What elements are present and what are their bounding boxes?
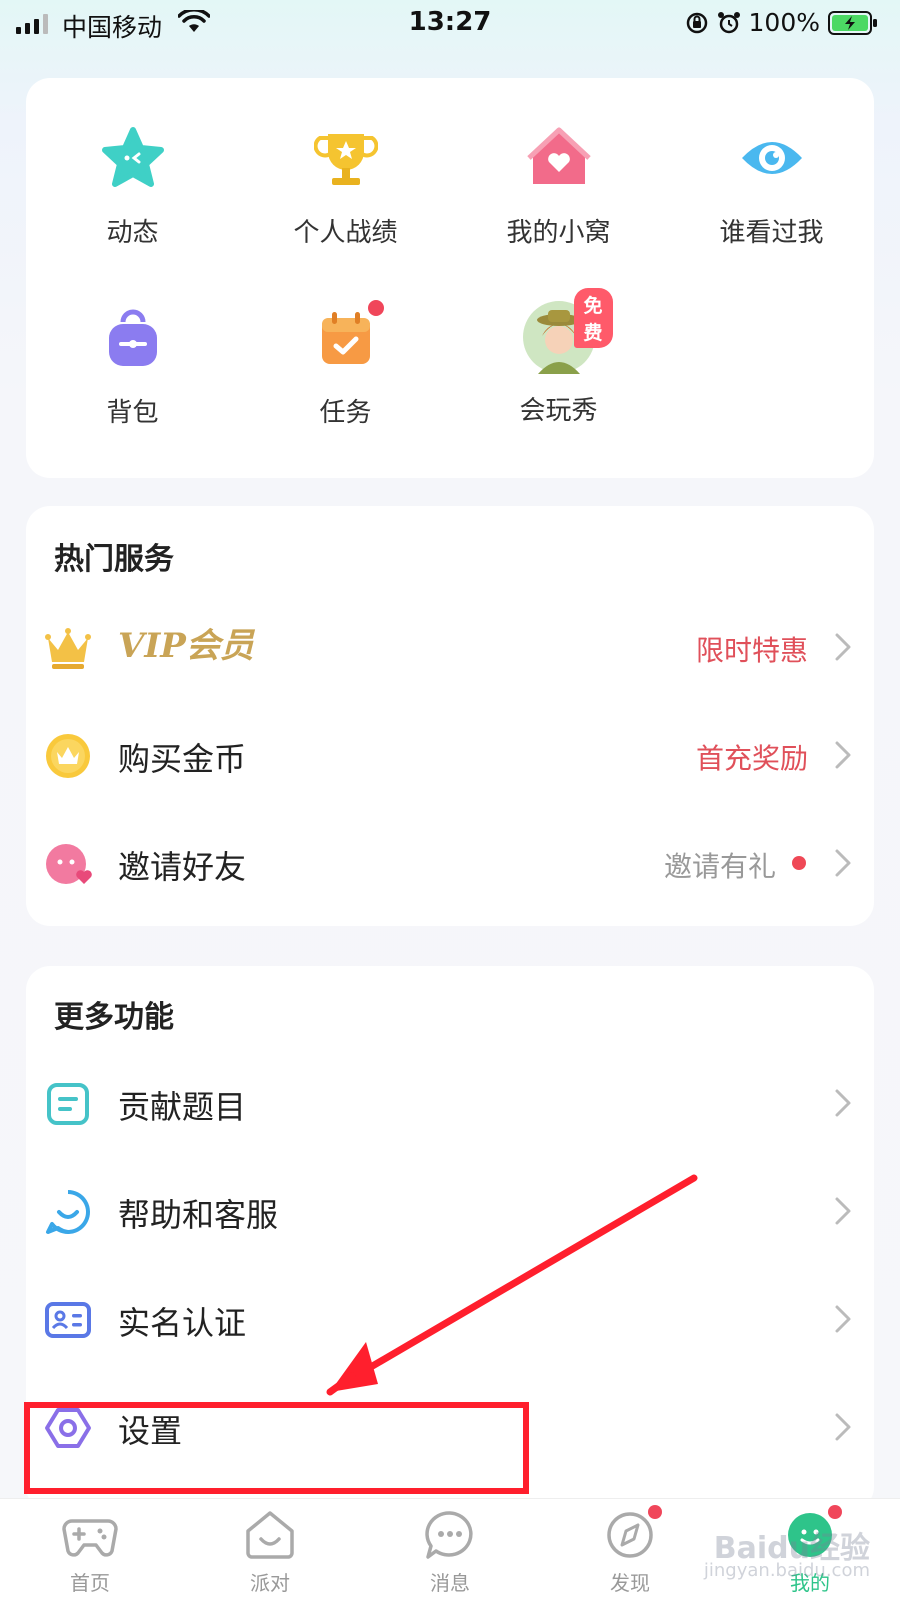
- watermark-url: jingyan.baidu.com: [703, 1560, 870, 1581]
- grid-item-avatar-show[interactable]: 免费 会玩秀: [452, 288, 665, 427]
- grid-label: 谁看过我: [719, 218, 824, 248]
- task-icon-wrap: [314, 300, 384, 370]
- grid-label: 会玩秀: [519, 396, 598, 426]
- tab-party[interactable]: 派对: [210, 1509, 330, 1596]
- crown-icon: [45, 628, 91, 669]
- row-invite-friends[interactable]: 邀请好友 邀请有礼: [26, 812, 874, 912]
- chevron-right-icon: [835, 849, 851, 877]
- vip-label: VIP会员: [118, 626, 254, 666]
- gamepad-icon: [62, 1519, 118, 1557]
- chevron-right-icon: [835, 1413, 851, 1441]
- tab-label: 首页: [70, 1571, 110, 1595]
- row-label: 邀请好友: [118, 848, 247, 886]
- grid-label: 个人战绩: [293, 218, 398, 248]
- tab-label: 派对: [250, 1571, 290, 1595]
- notification-dot: [367, 300, 384, 316]
- row-tag: 限时特惠: [695, 634, 808, 667]
- coin-icon: [46, 734, 90, 778]
- row-tag: 首充奖励: [695, 742, 808, 775]
- chevron-right-icon: [835, 1197, 851, 1225]
- calendar-check-icon: [321, 312, 370, 364]
- watermark: Baidu经验 jingyan.baidu.com: [703, 1531, 870, 1582]
- annotation-highlight-box: [24, 1402, 529, 1494]
- support-icon: [46, 1190, 90, 1234]
- notification-dot: [792, 856, 806, 870]
- battery-percent: 100%: [748, 8, 820, 37]
- section-title: 热门服务: [54, 542, 174, 577]
- grid-item-visitors[interactable]: 谁看过我: [665, 126, 878, 249]
- chevron-right-icon: [835, 1089, 851, 1117]
- grid-item-home[interactable]: 我的小窝: [452, 126, 665, 249]
- row-tag: 邀请有礼: [663, 850, 776, 883]
- grid-label: 我的小窝: [506, 218, 611, 248]
- tab-home[interactable]: 首页: [30, 1509, 150, 1596]
- row-label: 实名认证: [118, 1304, 247, 1342]
- rotation-lock-icon: [686, 12, 707, 33]
- grid-item-backpack[interactable]: 背包: [26, 306, 239, 429]
- tab-messages[interactable]: 消息: [390, 1509, 510, 1596]
- star-icon: [101, 127, 164, 187]
- status-bar: 中国移动 13:27 100%: [0, 0, 900, 48]
- row-help-support[interactable]: 帮助和客服: [26, 1160, 874, 1260]
- watermark-brand: Baidu经验: [713, 1531, 870, 1566]
- grid-item-tasks[interactable]: 任务: [239, 300, 452, 429]
- tab-label: 消息: [430, 1571, 470, 1595]
- chevron-right-icon: [835, 741, 851, 769]
- grid-label: 动态: [106, 218, 159, 248]
- grid-item-stats[interactable]: 个人战绩: [239, 126, 452, 249]
- notification-dot: [648, 1505, 662, 1519]
- tab-label: 发现: [610, 1571, 650, 1595]
- battery-charging-icon: [828, 10, 877, 35]
- invite-icon: [46, 844, 92, 884]
- chat-icon: [425, 1511, 473, 1559]
- backpack-icon: [108, 309, 157, 366]
- eye-icon: [741, 142, 802, 174]
- row-label: 贡献题目: [118, 1088, 247, 1126]
- chevron-right-icon: [835, 1305, 851, 1333]
- chevron-right-icon: [835, 633, 851, 661]
- alarm-icon: [717, 11, 740, 33]
- party-icon: [246, 1511, 294, 1559]
- discover-icon-wrap: [602, 1505, 662, 1561]
- grid-label: 任务: [319, 398, 372, 428]
- avatar-icon-wrap: 免费: [522, 288, 613, 374]
- document-icon: [47, 1083, 89, 1125]
- status-right: 100%: [685, 8, 878, 37]
- id-card-icon: [45, 1302, 91, 1338]
- trophy-icon: [313, 134, 378, 185]
- row-buy-coins[interactable]: 购买金币 首充奖励: [26, 704, 874, 804]
- row-label: 购买金币: [118, 740, 247, 778]
- grid-label: 背包: [106, 398, 159, 428]
- tab-discover[interactable]: 发现: [570, 1505, 690, 1596]
- row-label: 帮助和客服: [118, 1196, 279, 1234]
- shortcut-grid-card: 动态 个人战绩 我的小窝 谁看过我 背包 任务 免费 会玩秀: [26, 78, 874, 478]
- section-title: 更多功能: [54, 1000, 174, 1035]
- hot-services-card: 热门服务 VIP会员 限时特惠 购买金币 首充奖励 邀请好友 邀请有礼: [26, 506, 874, 926]
- house-icon: [526, 127, 591, 184]
- row-vip[interactable]: VIP会员 限时特惠: [26, 596, 874, 696]
- free-badge: 免费: [573, 288, 613, 348]
- grid-item-dynamic[interactable]: 动态: [26, 126, 239, 249]
- row-real-name-verify[interactable]: 实名认证: [26, 1268, 874, 1368]
- notification-dot: [828, 1505, 842, 1519]
- row-contribute-questions[interactable]: 贡献题目: [26, 1052, 874, 1152]
